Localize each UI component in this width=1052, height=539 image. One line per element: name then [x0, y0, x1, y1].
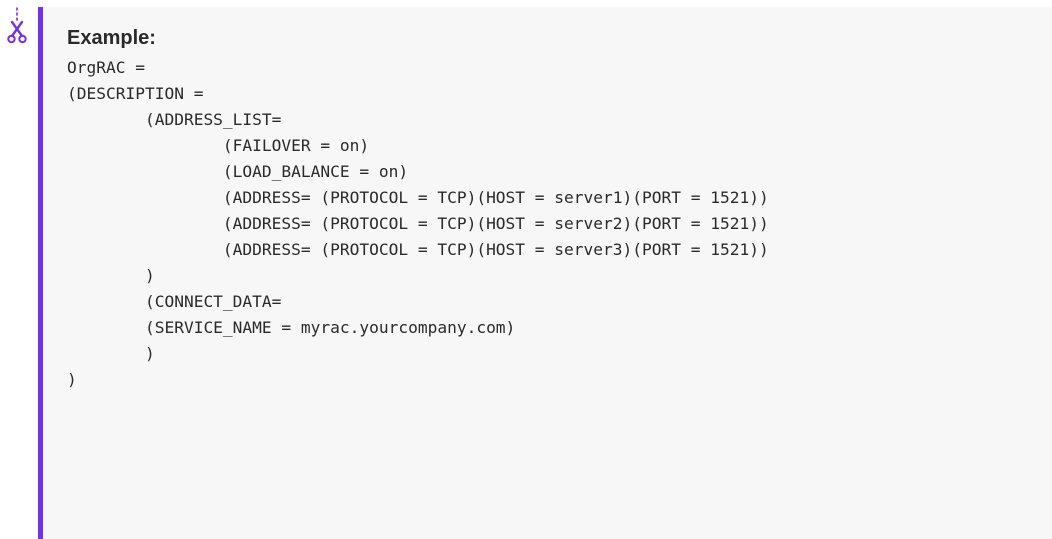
- code-line: (FAILOVER = on): [67, 136, 370, 155]
- code-line: (CONNECT_DATA=: [67, 292, 282, 311]
- page: Example: OrgRAC = (DESCRIPTION = (ADDRESS…: [0, 0, 1052, 539]
- code-line: OrgRAC =: [67, 58, 145, 77]
- code-line: ): [67, 266, 155, 285]
- code-line: ): [67, 344, 155, 363]
- code-line: ): [67, 370, 77, 389]
- note-title: Example:: [67, 27, 156, 49]
- code-line: (DESCRIPTION =: [67, 84, 204, 103]
- code-line: (ADDRESS= (PROTOCOL = TCP)(HOST = server…: [67, 214, 769, 233]
- code-block: OrgRAC = (DESCRIPTION = (ADDRESS_LIST= (F…: [67, 55, 769, 393]
- code-line: (ADDRESS= (PROTOCOL = TCP)(HOST = server…: [67, 188, 769, 207]
- example-note: Example: OrgRAC = (DESCRIPTION = (ADDRESS…: [38, 7, 1052, 539]
- code-line: (LOAD_BALANCE = on): [67, 162, 409, 181]
- code-line: (ADDRESS_LIST=: [67, 110, 282, 129]
- scissors-icon: [7, 7, 27, 44]
- code-line: (SERVICE_NAME = myrac.yourcompany.com): [67, 318, 516, 337]
- code-line: (ADDRESS= (PROTOCOL = TCP)(HOST = server…: [67, 240, 769, 259]
